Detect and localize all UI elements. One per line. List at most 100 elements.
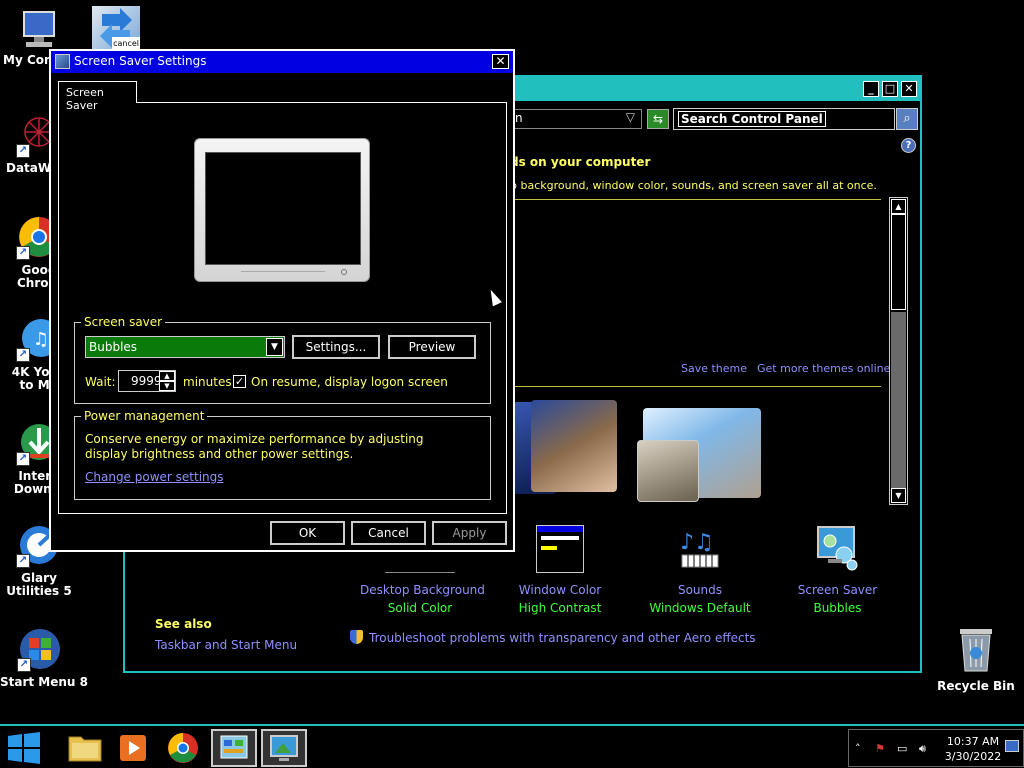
desktop-icon-start-menu-8[interactable]: ↗ Start Menu 8 <box>0 626 89 689</box>
screen-saver-select[interactable]: Bubbles ▼ <box>85 336 285 358</box>
maximize-icon[interactable]: □ <box>882 81 898 97</box>
minutes-label: minutes <box>183 375 232 389</box>
desktop-icon-label: Glary Utilities 5 <box>6 571 72 598</box>
screen-saver-item[interactable]: Screen Saver Bubbles <box>790 525 885 615</box>
shield-icon <box>350 630 363 644</box>
theme-thumbnail-basic[interactable] <box>637 440 699 502</box>
tab-panel: Screen saver Bubbles ▼ Settings... Previ… <box>58 102 507 514</box>
ok-button[interactable]: OK <box>270 521 345 545</box>
item-value[interactable]: High Contrast <box>510 601 610 615</box>
chevron-down-icon[interactable]: ▼ <box>266 338 283 356</box>
wait-value[interactable]: 9999 <box>131 374 162 388</box>
cancel-button[interactable]: Cancel <box>351 521 426 545</box>
control-panel-icon <box>220 735 248 759</box>
minimize-icon[interactable]: _ <box>863 81 879 97</box>
volume-icon[interactable]: 🔊︎ <box>919 742 926 756</box>
taskbar-chrome[interactable] <box>160 729 206 767</box>
settings-button[interactable]: Settings... <box>292 335 380 359</box>
save-theme-link[interactable]: Save theme <box>681 362 747 375</box>
search-placeholder: Search Control Panel <box>678 111 826 127</box>
refresh-button[interactable]: ⇆ <box>647 109 669 129</box>
address-bar[interactable]: n ▽ <box>510 109 642 129</box>
spin-down-icon[interactable]: ▼ <box>159 381 175 391</box>
scroll-thumb[interactable] <box>891 214 906 310</box>
windows-logo-icon <box>8 732 40 764</box>
taskbar-media-player[interactable] <box>110 729 156 767</box>
computer-icon <box>16 8 62 54</box>
resume-logon-checkbox[interactable]: ✓ <box>233 375 246 388</box>
help-icon[interactable]: ? <box>901 138 916 153</box>
tab-screen-saver[interactable]: Screen Saver <box>58 81 137 112</box>
clock[interactable]: 10:37 AM 3/30/2022 <box>943 734 1003 764</box>
chevron-down-icon[interactable]: ▽ <box>626 110 635 124</box>
show-hidden-icons-icon[interactable]: ˄ <box>855 742 861 755</box>
wait-label: Wait: <box>85 375 116 389</box>
item-value[interactable]: Solid Color <box>360 601 480 615</box>
close-icon[interactable]: ✕ <box>901 81 917 97</box>
folder-icon <box>68 736 102 762</box>
search-input[interactable]: Search Control Panel <box>673 108 895 130</box>
screen-saver-settings-dialog: Screen Saver Settings ✕ Screen Saver Scr… <box>49 49 515 552</box>
sounds-icon: ♪♫ <box>676 525 724 573</box>
svg-text:♫: ♫ <box>33 329 49 350</box>
sounds-item[interactable]: ♪♫ Sounds Windows Default <box>645 525 755 615</box>
item-label[interactable]: Screen Saver <box>790 583 885 597</box>
item-label[interactable]: Desktop Background <box>360 583 485 597</box>
desktop-icon-label: Start Menu 8 <box>0 675 89 689</box>
action-center-flag-icon[interactable]: ⚑ <box>875 742 885 755</box>
screen-saver-icon <box>814 525 862 573</box>
shortcut-arrow-icon: ↗ <box>16 554 30 568</box>
search-button[interactable]: ⌕ <box>896 108 918 130</box>
search-icon: ⌕ <box>903 111 911 126</box>
desktop-icon-cancel[interactable]: cancel <box>86 6 146 54</box>
clock-time: 10:37 AM <box>946 735 1000 748</box>
apply-button[interactable]: Apply <box>432 521 507 545</box>
monitor-preview <box>194 138 370 282</box>
recycle-bin-icon <box>956 625 996 672</box>
page-heading: ds on your computer <box>510 155 651 169</box>
taskbar-start-menu-link[interactable]: Taskbar and Start Menu <box>155 638 297 652</box>
shortcut-arrow-icon: ↗ <box>16 246 30 260</box>
selected-screen-saver: Bubbles <box>89 340 138 354</box>
screen-saver-icon <box>270 735 298 761</box>
spin-up-icon[interactable]: ▲ <box>159 371 175 381</box>
start-button[interactable] <box>4 730 44 766</box>
troubleshoot-text: Troubleshoot problems with transparency … <box>369 631 756 645</box>
theme-list[interactable] <box>501 199 881 505</box>
item-label[interactable]: Sounds <box>645 583 755 597</box>
scroll-down-icon[interactable]: ▼ <box>891 488 906 503</box>
group-label: Screen saver <box>81 315 166 329</box>
troubleshoot-link[interactable]: Troubleshoot problems with transparency … <box>350 630 756 645</box>
scroll-track[interactable] <box>891 312 906 488</box>
item-value[interactable]: Bubbles <box>790 601 885 615</box>
resume-logon-label[interactable]: On resume, display logon screen <box>251 375 448 389</box>
chrome-icon <box>168 733 198 763</box>
power-description: Conserve energy or maximize performance … <box>85 432 424 461</box>
change-power-settings-link[interactable]: Change power settings <box>85 470 224 484</box>
scroll-up-icon[interactable]: ▲ <box>891 199 906 214</box>
get-more-themes-link[interactable]: Get more themes online <box>757 362 890 375</box>
close-icon[interactable]: ✕ <box>492 54 509 69</box>
dialog-title: Screen Saver Settings <box>74 54 207 68</box>
window-color-item[interactable]: Window Color High Contrast <box>510 525 610 615</box>
address-text: n <box>515 111 523 125</box>
screen-saver-group: Screen saver Bubbles ▼ Settings... Previ… <box>74 315 491 404</box>
preview-button[interactable]: Preview <box>388 335 476 359</box>
taskbar-screen-saver-settings[interactable] <box>261 729 307 767</box>
dialog-titlebar[interactable]: Screen Saver Settings ✕ <box>51 51 513 73</box>
page-subheading: p background, window color, sounds, and … <box>510 179 877 192</box>
svg-text:♪♫: ♪♫ <box>680 530 714 555</box>
desktop-icon-recycle-bin[interactable]: Recycle Bin <box>936 625 1016 693</box>
item-label[interactable]: Window Color <box>510 583 610 597</box>
show-desktop-icon[interactable] <box>1005 740 1019 752</box>
group-label: Power management <box>81 409 208 423</box>
theme-thumbnail-landscape[interactable] <box>531 400 617 492</box>
taskbar-file-explorer[interactable] <box>62 729 108 767</box>
item-value[interactable]: Windows Default <box>645 601 755 615</box>
refresh-icon: ⇆ <box>652 112 664 126</box>
recycle-bin-label: Recycle Bin <box>937 679 1015 693</box>
wait-minutes-stepper[interactable]: 9999 ▲ ▼ <box>118 370 176 392</box>
network-icon[interactable]: ▭ <box>897 742 907 755</box>
taskbar-control-panel[interactable] <box>211 729 257 767</box>
theme-scrollbar[interactable]: ▲ ▼ <box>889 197 908 505</box>
